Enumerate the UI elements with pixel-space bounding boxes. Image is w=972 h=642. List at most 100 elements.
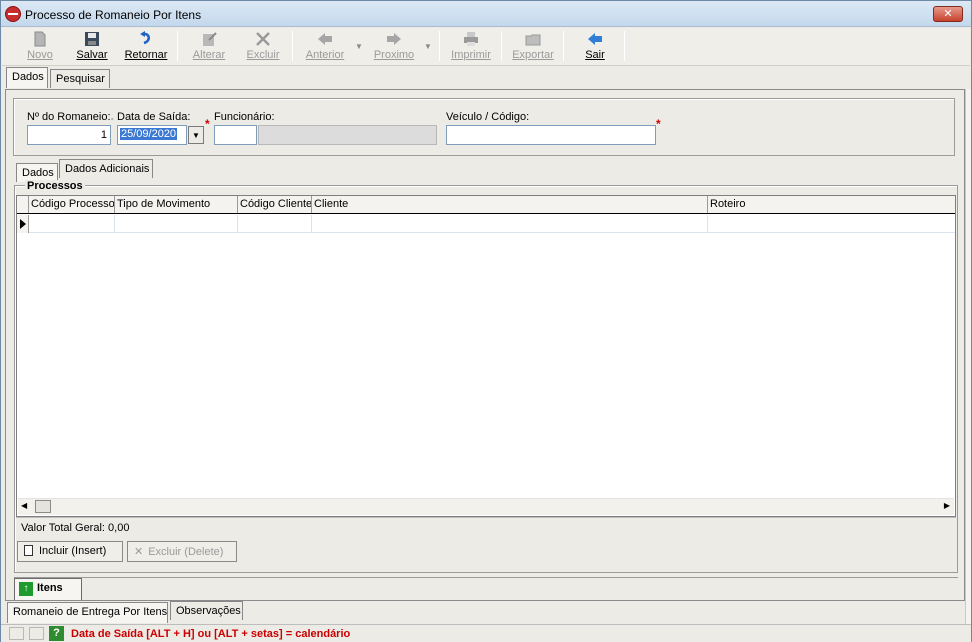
processos-title: Processos [25, 180, 85, 192]
scroll-left-icon[interactable]: ◀ [21, 501, 27, 510]
table-row[interactable] [17, 215, 955, 233]
data-saida-input[interactable]: 25/09/2020 [117, 125, 187, 145]
proximo-button[interactable]: Proximo [372, 30, 416, 64]
separator [624, 31, 625, 61]
printer-icon [464, 32, 478, 46]
excluir-button[interactable]: Excluir [244, 30, 282, 64]
imprimir-button[interactable]: Imprimir [451, 30, 491, 64]
separator [292, 31, 293, 61]
anterior-label: Anterior [305, 49, 345, 61]
undo-icon [140, 31, 150, 45]
table-cell[interactable] [29, 215, 115, 233]
exportar-button[interactable]: Exportar [510, 30, 556, 64]
novo-button[interactable]: Novo [24, 30, 56, 64]
salvar-button[interactable]: Salvar [74, 30, 110, 64]
separator [501, 31, 502, 61]
required-mark: * [656, 117, 661, 131]
anterior-button[interactable]: Anterior [304, 30, 346, 64]
novo-label: Novo [27, 49, 53, 61]
required-mark: ˚ [111, 117, 114, 127]
veiculo-label: Veículo / Código: [446, 111, 530, 123]
col-cliente[interactable]: Cliente [312, 196, 708, 213]
tab-observacoes[interactable]: Observações [170, 601, 243, 620]
excluir-label: Excluir [246, 49, 280, 61]
delete-x-icon: ✕ [134, 546, 144, 558]
main-window: Processo de Romaneio Por Itens ✕ Novo Sa… [0, 0, 972, 642]
col-roteiro[interactable]: Roteiro [708, 196, 956, 213]
data-saida-label: Data de Saída: [117, 111, 191, 123]
save-icon [85, 32, 99, 46]
salvar-label: Salvar [76, 49, 108, 61]
separator [563, 31, 564, 61]
funcionario-code-input[interactable] [214, 125, 257, 145]
retornar-label: Retornar [124, 49, 168, 61]
retornar-button[interactable]: Retornar [123, 30, 169, 64]
veiculo-input[interactable] [446, 125, 656, 145]
close-button[interactable]: ✕ [933, 6, 963, 22]
folder-export-icon [525, 34, 541, 46]
arrow-up-icon: ↑ [19, 582, 33, 596]
alterar-button[interactable]: Alterar [190, 30, 228, 64]
edit-icon [203, 32, 217, 46]
col-codigo-processo[interactable]: Código Processo [29, 196, 115, 213]
app-icon [5, 6, 21, 22]
help-icon: ? [49, 626, 64, 641]
processos-groupbox: Processos Código Processo Tipo de Movime… [14, 180, 958, 573]
funcionario-label: Funcionário: [214, 111, 275, 123]
data-saida-value: 25/09/2020 [120, 128, 178, 140]
itens-tab-strip: ↑ Itens [14, 577, 958, 600]
excluir-item-label: Excluir (Delete) [148, 546, 224, 558]
current-row-indicator-icon [17, 215, 29, 233]
new-document-icon [34, 31, 46, 47]
header-groupbox: Nº do Romaneio: 1 ˚ Data de Saída: 25/09… [13, 98, 955, 156]
status-panel [29, 627, 44, 640]
row-indicator-header [17, 196, 29, 213]
toolbar: Novo Salvar Retornar Alterar Excluir Ant… [2, 28, 970, 66]
arrow-right-icon [387, 33, 401, 45]
scroll-right-icon[interactable]: ▶ [944, 501, 950, 510]
grid-header: Código Processo Tipo de Movimento Código… [17, 196, 955, 214]
excluir-item-button[interactable]: ✕ Excluir (Delete) [127, 541, 237, 562]
status-hint: Data de Saída [ALT + H] ou [ALT + setas]… [71, 628, 351, 640]
tab-itens[interactable]: ↑ Itens [14, 578, 82, 600]
scroll-thumb[interactable] [35, 500, 51, 513]
incluir-label: Incluir (Insert) [39, 545, 107, 557]
proximo-label: Proximo [373, 49, 415, 61]
chevron-down-icon[interactable]: ▼ [424, 42, 432, 51]
tab-dados-adicionais[interactable]: Dados Adicionais [59, 159, 153, 178]
table-cell[interactable] [115, 215, 238, 233]
tab-romaneio-entrega[interactable]: Romaneio de Entrega Por Itens [7, 602, 168, 623]
itens-label: Itens [37, 582, 63, 594]
sair-label: Sair [585, 49, 605, 61]
funcionario-name-field [258, 125, 437, 145]
sair-button[interactable]: Sair [580, 30, 610, 64]
table-cell[interactable] [238, 215, 312, 233]
new-document-icon [24, 545, 33, 556]
romaneio-label: Nº do Romaneio: [27, 111, 111, 123]
chevron-down-icon[interactable]: ▼ [355, 42, 363, 51]
dados-panel: Nº do Romaneio: 1 ˚ Data de Saída: 25/09… [5, 89, 965, 601]
exportar-label: Exportar [512, 49, 554, 61]
total-bar: Valor Total Geral: 0,00 [16, 517, 956, 537]
required-mark: * [205, 117, 210, 131]
alterar-label: Alterar [192, 49, 226, 61]
col-tipo-movimento[interactable]: Tipo de Movimento [115, 196, 238, 213]
tab-dados[interactable]: Dados [6, 67, 48, 88]
right-edge [965, 89, 971, 624]
exit-arrow-icon [588, 33, 602, 45]
separator [177, 31, 178, 61]
tab-pesquisar[interactable]: Pesquisar [50, 69, 110, 88]
status-bar: ? Data de Saída [ALT + H] ou [ALT + seta… [1, 624, 971, 642]
col-codigo-cliente[interactable]: Código Cliente [238, 196, 312, 213]
romaneio-input[interactable]: 1 [27, 125, 111, 145]
imprimir-label: Imprimir [451, 49, 491, 61]
calendar-dropdown-icon[interactable]: ▼ [188, 126, 204, 144]
valor-total-label: Valor Total Geral: 0,00 [21, 522, 130, 534]
status-panel [9, 627, 24, 640]
window-title: Processo de Romaneio Por Itens [25, 8, 202, 22]
delete-x-icon [256, 32, 270, 46]
table-cell[interactable] [312, 215, 708, 233]
incluir-button[interactable]: Incluir (Insert) [17, 541, 123, 562]
horizontal-scrollbar[interactable]: ◀ ▶ [18, 498, 954, 515]
processos-grid[interactable]: Código Processo Tipo de Movimento Código… [16, 195, 956, 517]
